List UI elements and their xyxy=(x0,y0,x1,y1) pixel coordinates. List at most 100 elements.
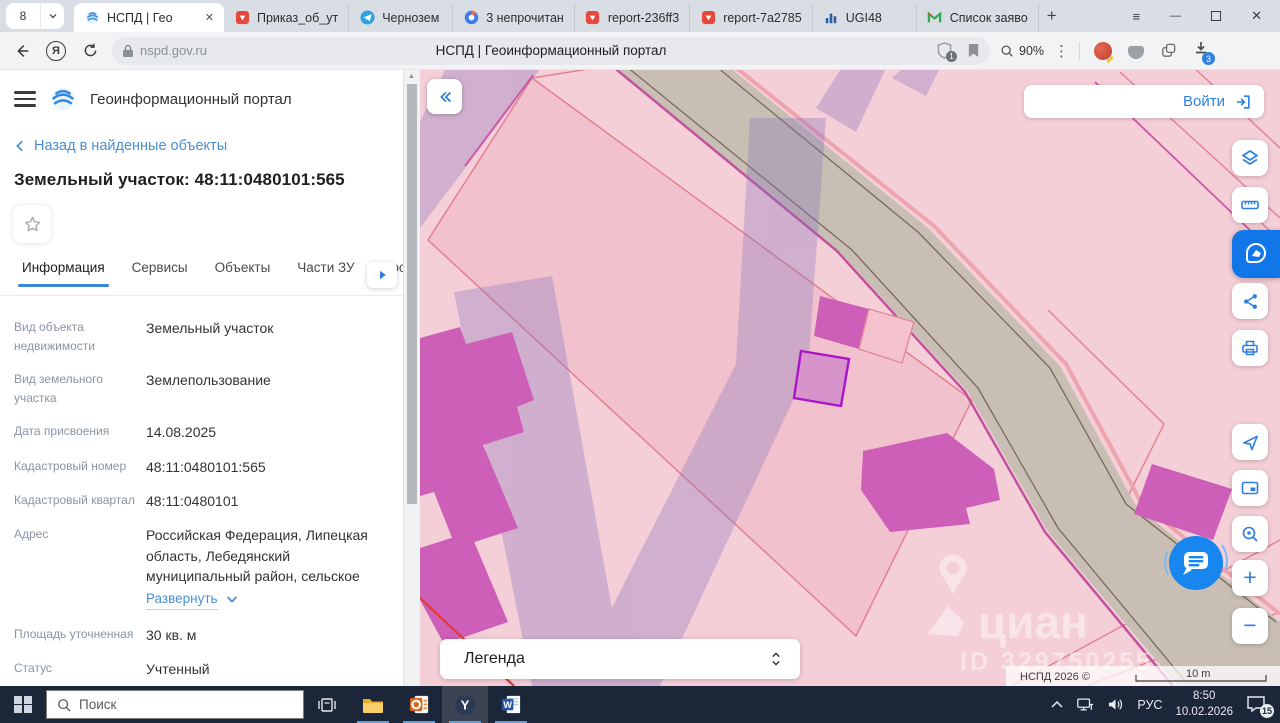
browser-tab-gmail[interactable]: Список заяво xyxy=(917,3,1039,32)
taskbar-search[interactable] xyxy=(46,690,304,719)
start-button[interactable] xyxy=(0,686,46,723)
file-explorer-button[interactable] xyxy=(350,686,396,723)
tab-information[interactable]: Информация xyxy=(18,260,109,287)
downloads-icon[interactable]: 3 xyxy=(1193,40,1216,65)
tabs-scroll-right-button[interactable] xyxy=(367,262,397,288)
field-row: Кадастровый номер 48:11:0480101:565 xyxy=(14,458,266,475)
back-to-results-link[interactable]: Назад в найденные объекты xyxy=(14,138,403,154)
chat-fab-button[interactable] xyxy=(1160,527,1232,599)
search-on-map-button[interactable] xyxy=(1232,516,1268,552)
tab-services[interactable]: Сервисы xyxy=(132,260,188,287)
tray-expand-icon[interactable] xyxy=(1051,700,1063,709)
layers-button[interactable] xyxy=(1232,140,1268,176)
object-title: Земельный участок: 48:11:0480101:565 xyxy=(14,170,345,189)
attribution-text: НСПД 2026 © xyxy=(1020,671,1090,683)
panel-scrollbar[interactable]: ▲ xyxy=(403,70,420,686)
browser-tab-strip: 8 НСПД | Гео ✕ Приказ_об_ут Чернозем 3 н… xyxy=(0,0,1280,32)
expand-address-link[interactable]: Развернуть xyxy=(146,589,218,610)
taskbar-clock[interactable]: 8:50 10.02.2026 xyxy=(1175,689,1233,720)
attributes-list: Вид объекта недвижимости Земельный участ… xyxy=(0,296,403,686)
tab-label: НСПД | Гео xyxy=(107,10,173,25)
legend-toggle[interactable]: Легенда xyxy=(440,639,800,679)
extension-adguard-icon[interactable] xyxy=(1094,41,1113,60)
volume-icon[interactable] xyxy=(1107,697,1124,712)
scale-label: 10 m xyxy=(1186,668,1210,680)
action-center-button[interactable]: 15 xyxy=(1246,695,1274,718)
legend-label: Легенда xyxy=(464,650,525,667)
selected-parcel[interactable] xyxy=(792,349,851,408)
yandex-services-icon[interactable]: Я xyxy=(44,39,68,63)
locate-button[interactable] xyxy=(1232,424,1268,460)
yandex-browser-button[interactable]: Y xyxy=(442,686,488,723)
language-indicator[interactable]: РУС xyxy=(1137,698,1162,712)
address-bar[interactable]: nspd.gov.ru НСПД | Геоинформационный пор… xyxy=(112,36,990,65)
chevron-down-icon xyxy=(49,14,56,19)
tab-parts[interactable]: Части ЗУ xyxy=(297,260,354,287)
map-view[interactable]: циан ID 329750255 НСПД 2026 © 10 m Войти xyxy=(420,70,1280,686)
new-tab-button[interactable]: + xyxy=(1039,3,1065,29)
yandex-browser-icon: Y xyxy=(455,694,475,715)
task-view-button[interactable] xyxy=(304,686,350,723)
protect-shield-icon[interactable]: 1 xyxy=(937,41,957,62)
word-button[interactable]: W xyxy=(488,686,534,723)
chevron-right-icon xyxy=(379,270,386,280)
toolbar-divider xyxy=(1079,41,1081,60)
extension-mask-icon[interactable] xyxy=(1128,45,1145,59)
notification-badge: 15 xyxy=(1260,703,1274,718)
browser-tab-pdf3[interactable]: report-7a2785 xyxy=(690,3,813,32)
browser-tab-pdf1[interactable]: Приказ_об_ут xyxy=(224,3,350,32)
favorite-star-button[interactable] xyxy=(12,204,52,244)
browser-tab-mail[interactable]: 3 непрочитан xyxy=(453,3,575,32)
browser-tab-pdf2[interactable]: report-236ff3 xyxy=(575,3,691,32)
zoom-in-button[interactable]: + xyxy=(1232,560,1268,596)
zoom-control[interactable]: 90% xyxy=(1000,44,1044,58)
more-menu-icon[interactable]: ⋮ xyxy=(1054,42,1069,60)
browser-toolbar: Я nspd.gov.ru НСПД | Геоинформационный п… xyxy=(0,32,1280,70)
shield-badge: 1 xyxy=(946,50,957,62)
scrollbar-thumb[interactable] xyxy=(407,84,417,504)
browser-tab-telegram[interactable]: Чернозем xyxy=(349,3,454,32)
print-button[interactable] xyxy=(1232,330,1268,366)
map-canvas[interactable]: циан ID 329750255 НСПД 2026 © 10 m xyxy=(420,70,1280,686)
browser-menu-icon[interactable]: ≡ xyxy=(1133,9,1141,24)
telegram-icon xyxy=(359,10,375,26)
collapse-panel-button[interactable] xyxy=(427,79,462,114)
field-row: Кадастровый квартал 48:11:0480101 xyxy=(14,492,239,509)
minimize-icon[interactable]: — xyxy=(1170,10,1181,22)
share-button[interactable] xyxy=(1232,283,1268,319)
menu-burger-icon[interactable] xyxy=(14,91,36,107)
login-arrow-icon xyxy=(1236,94,1250,109)
extension-tabs-icon[interactable] xyxy=(1160,42,1177,59)
gmail-icon xyxy=(927,10,943,26)
browser-tab-ugi[interactable]: UGI48 xyxy=(813,3,917,32)
network-icon[interactable] xyxy=(1076,697,1094,712)
browser-tab-nspd[interactable]: НСПД | Гео ✕ xyxy=(74,3,224,32)
measure-button[interactable] xyxy=(1232,187,1268,223)
magnifier-icon xyxy=(1001,44,1013,57)
back-icon[interactable] xyxy=(10,39,34,63)
tab-objects[interactable]: Объекты xyxy=(215,260,271,287)
nspd-assistant-button[interactable] xyxy=(1232,230,1280,278)
login-bar[interactable]: Войти xyxy=(1024,85,1264,118)
tab-counter-button[interactable]: 8 xyxy=(6,3,40,29)
windows-taskbar: Y W РУС 8:50 10.02.2026 15 xyxy=(0,686,1280,723)
minimap-button[interactable] xyxy=(1232,470,1268,506)
reload-icon[interactable] xyxy=(78,39,102,63)
scroll-up-arrow[interactable]: ▲ xyxy=(408,73,415,80)
chevron-down-icon[interactable] xyxy=(226,595,238,604)
restore-icon[interactable] xyxy=(1211,11,1222,21)
tab-label: Список заяво xyxy=(949,10,1028,25)
field-row-address: Адрес Российская Федерация, Липецкая обл… xyxy=(14,525,393,610)
zoom-out-button[interactable]: − xyxy=(1232,608,1268,644)
map-attribution: НСПД 2026 © 10 m xyxy=(1006,666,1280,686)
office-app-button[interactable] xyxy=(396,686,442,723)
search-input[interactable] xyxy=(79,697,259,712)
clock-time: 8:50 xyxy=(1193,689,1216,702)
system-tray: РУС 8:50 10.02.2026 15 xyxy=(1051,686,1280,723)
address-value: Российская Федерация, Липецкая область, … xyxy=(146,527,368,584)
tab-close-icon[interactable]: ✕ xyxy=(203,11,214,24)
bookmark-icon[interactable] xyxy=(967,43,980,58)
window-controls: ≡ — ✕ xyxy=(1133,0,1275,32)
close-icon[interactable]: ✕ xyxy=(1251,8,1262,24)
tabs-dropdown-button[interactable] xyxy=(40,3,64,29)
